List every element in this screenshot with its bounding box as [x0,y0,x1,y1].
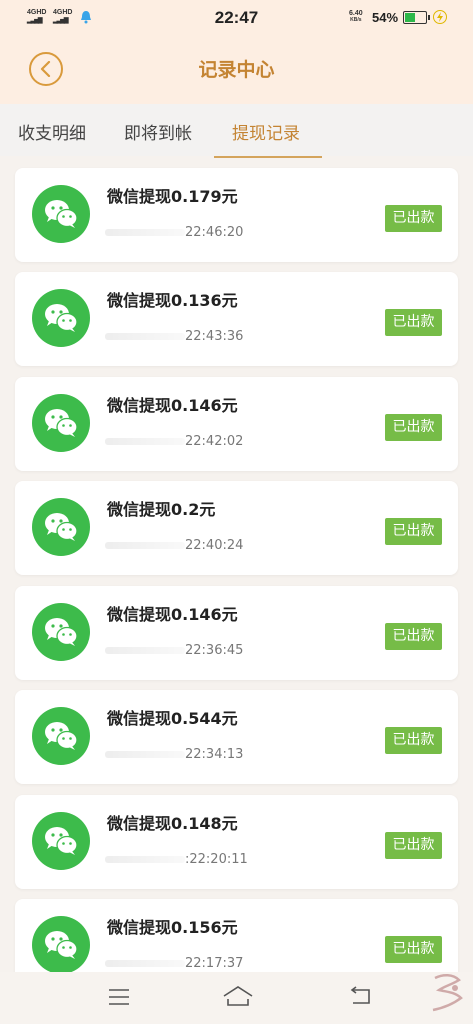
status-badge: 已出款 [385,623,442,650]
record-card[interactable]: 微信提现0.544元 22:34:13 已出款 [15,690,458,784]
blurred-info [105,751,185,758]
wechat-icon [32,812,90,870]
battery-fill [405,13,415,22]
wechat-icon [32,498,90,556]
status-badge: 已出款 [385,727,442,754]
system-navbar [0,972,473,1024]
record-title: 微信提现0.179元 [107,187,238,206]
status-badge: 已出款 [385,414,442,441]
blurred-info [105,438,185,445]
wechat-icon [32,707,90,765]
tab-income-expense[interactable]: 收支明细 [18,119,86,144]
header: 记录中心 [0,36,473,104]
battery-percent: 54% [372,10,399,25]
status-bar: 4GHD ▂▃▅▇ 4GHD ▂▃▅▇ 22:47 6.40 KB/s 54% [0,0,473,36]
record-time: 22:36:45 [185,643,244,658]
status-badge: 已出款 [385,936,442,963]
record-card[interactable]: 微信提现0.148元 :22:20:11 已出款 [15,795,458,889]
home-icon[interactable] [222,984,254,1008]
record-title: 微信提现0.544元 [107,709,238,728]
record-title: 微信提现0.148元 [107,814,238,833]
blurred-info [105,333,185,340]
active-tab-indicator [214,156,322,158]
record-title: 微信提现0.2元 [107,500,216,519]
wechat-icon [32,916,90,974]
watermark-logo-icon [432,974,463,1012]
record-card[interactable]: 微信提现0.179元 22:46:20 已出款 [15,168,458,262]
wechat-icon [32,289,90,347]
record-title: 微信提现0.136元 [107,291,238,310]
record-time: :22:20:11 [185,852,248,867]
blurred-info [105,856,185,863]
record-title: 微信提现0.146元 [107,605,238,624]
record-card[interactable]: 微信提现0.146元 22:36:45 已出款 [15,586,458,680]
wechat-icon [32,185,90,243]
tab-bar: 收支明细 即将到帐 提现记录 [0,104,473,158]
record-time: 22:17:37 [185,956,244,971]
battery-icon [403,11,430,24]
menu-icon[interactable] [108,988,130,1006]
record-time: 22:46:20 [185,225,244,240]
record-time: 22:34:13 [185,747,244,762]
record-card[interactable]: 微信提现0.146元 22:42:02 已出款 [15,377,458,471]
charging-icon [433,10,447,24]
record-card[interactable]: 微信提现0.2元 22:40:24 已出款 [15,481,458,575]
status-badge: 已出款 [385,309,442,336]
status-badge: 已出款 [385,832,442,859]
tab-pending[interactable]: 即将到帐 [124,119,192,144]
status-badge: 已出款 [385,518,442,545]
blurred-info [105,229,185,236]
blurred-info [105,542,185,549]
status-badge: 已出款 [385,205,442,232]
page-title: 记录中心 [198,59,275,81]
back-nav-icon[interactable] [349,986,373,1006]
record-time: 22:43:36 [185,329,244,344]
net-speed-unit: KB/s [350,17,362,23]
wechat-icon [32,603,90,661]
record-title: 微信提现0.146元 [107,396,238,415]
record-time: 22:42:02 [185,434,244,449]
wechat-icon [32,394,90,452]
net-speed-value: 6.40 [349,10,363,17]
record-title: 微信提现0.156元 [107,918,238,937]
tab-withdraw-records[interactable]: 提现记录 [232,119,300,144]
blurred-info [105,647,185,654]
record-time: 22:40:24 [185,538,244,553]
blurred-info [105,960,185,967]
record-card[interactable]: 微信提现0.136元 22:43:36 已出款 [15,272,458,366]
net-speed: 6.40 KB/s [349,10,363,24]
